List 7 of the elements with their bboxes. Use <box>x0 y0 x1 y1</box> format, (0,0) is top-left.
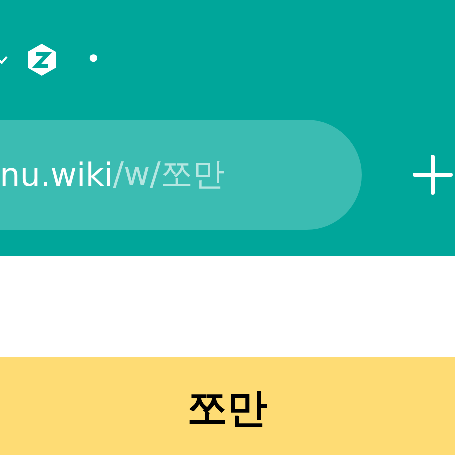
new-tab-button[interactable] <box>411 153 455 197</box>
plus-icon <box>413 155 453 195</box>
hexagon-icon <box>26 43 58 77</box>
page-title: 쪼만 <box>188 387 268 434</box>
check-icon <box>0 55 8 65</box>
address-field[interactable]: nu.wiki/w/쪼만 <box>0 120 362 230</box>
status-dot: • <box>86 47 102 73</box>
